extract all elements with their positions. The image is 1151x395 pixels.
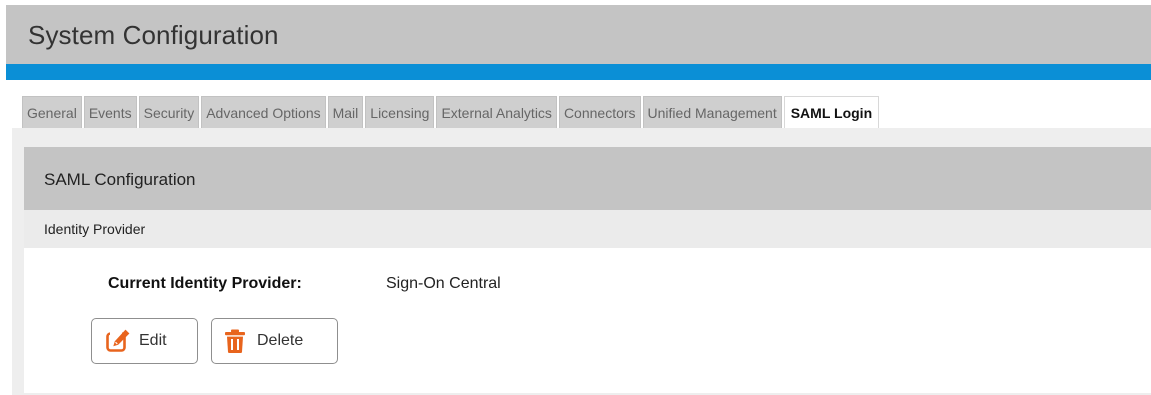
title-bar: System Configuration [6, 5, 1151, 64]
tab-mail[interactable]: Mail [327, 96, 364, 129]
edit-icon [105, 328, 131, 354]
delete-button-label: Delete [257, 332, 304, 349]
current-identity-provider-label: Current Identity Provider: [108, 275, 302, 292]
section-header: SAML Configuration [24, 147, 1151, 210]
tab-bar: General Events Security Advanced Options… [22, 96, 881, 129]
tab-events[interactable]: Events [83, 96, 137, 129]
delete-button[interactable]: Delete [211, 318, 338, 364]
current-identity-provider-value: Sign-On Central [386, 275, 501, 292]
edit-button[interactable]: Edit [91, 318, 198, 364]
subsection-header: Identity Provider [24, 210, 1151, 248]
edit-button-label: Edit [139, 332, 167, 349]
tab-licensing[interactable]: Licensing [365, 96, 435, 129]
section-title: SAML Configuration [44, 170, 196, 189]
subsection-title: Identity Provider [44, 221, 146, 237]
tab-advanced-options[interactable]: Advanced Options [201, 96, 326, 129]
trash-icon [222, 328, 248, 354]
accent-bar [6, 64, 1151, 80]
page-title: System Configuration [28, 20, 279, 50]
tab-general[interactable]: General [22, 96, 82, 129]
tab-security[interactable]: Security [138, 96, 200, 129]
tab-connectors[interactable]: Connectors [558, 96, 641, 129]
identity-provider-content: Current Identity Provider: Sign-On Centr… [24, 248, 1151, 393]
system-configuration-page: System Configuration General Events Secu… [0, 0, 1151, 395]
tab-external-analytics[interactable]: External Analytics [436, 96, 557, 129]
tab-unified-management[interactable]: Unified Management [642, 96, 782, 129]
tab-saml-login[interactable]: SAML Login [783, 96, 880, 129]
